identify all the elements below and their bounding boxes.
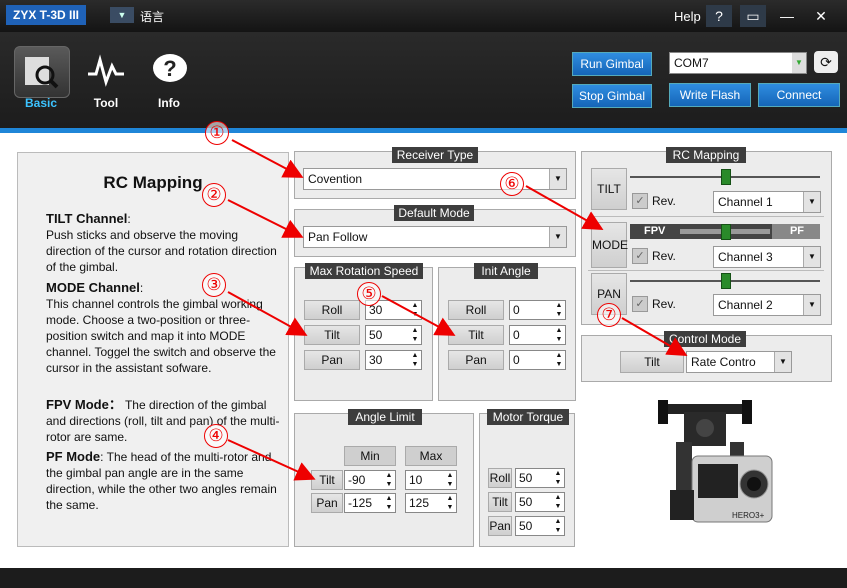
callout-6: ⑥: [500, 172, 524, 196]
callout-2: ②: [202, 183, 226, 207]
callout-5: ⑤: [357, 282, 381, 306]
callout-7: ⑦: [597, 303, 621, 327]
callout-3: ③: [202, 273, 226, 297]
annotation-arrows: [227, 139, 688, 481]
callout-4: ④: [204, 424, 228, 448]
callout-1: ①: [205, 121, 229, 145]
